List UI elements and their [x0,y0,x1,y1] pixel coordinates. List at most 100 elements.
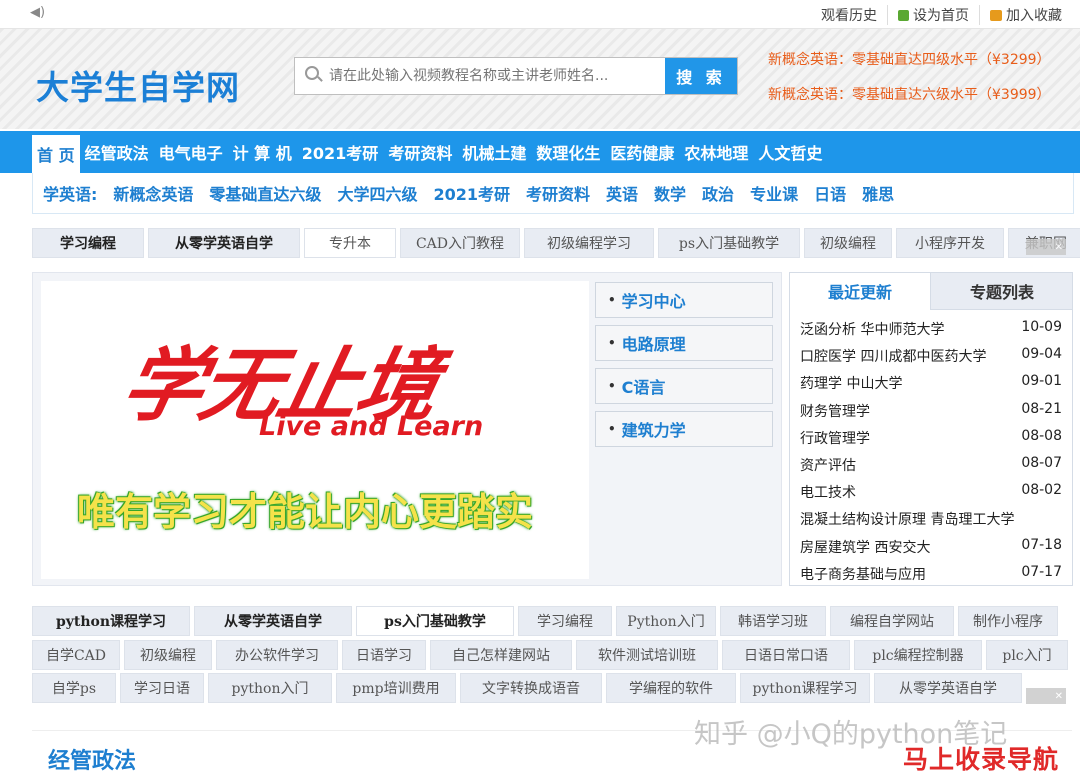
sub-nav-item[interactable]: 大学四六级 [329,181,425,205]
tag-link[interactable]: 从零学英语自学 [194,606,352,636]
tag-link[interactable]: python课程学习 [32,606,190,636]
tag-link[interactable]: 自学CAD [32,640,120,670]
nav-item[interactable]: 经管政法 [80,131,154,173]
sub-nav-item[interactable]: 英语 [598,181,646,205]
tag-link[interactable]: ps入门基础教学 [658,228,800,258]
tag-link[interactable]: 日语学习 [342,640,426,670]
top-links: 观看历史 设为首页 加入收藏 [811,5,1072,25]
news-title: 行政管理学 [800,430,870,447]
history-link[interactable]: 观看历史 [811,5,887,25]
promo-link-cet4[interactable]: 新概念英语：零基础直达四级水平（¥3299） [768,49,1051,69]
feature-box: 学无止境 Live and Learn 唯有学习才能让内心更踏实 • 学习中心 •… [32,272,782,586]
tag-link[interactable]: python课程学习 [740,673,870,703]
news-item[interactable]: 电子商务基础与应用 07-17 [800,564,1062,585]
tag-link[interactable]: 制作小程序 [958,606,1058,636]
favorite-link[interactable]: 加入收藏 [979,5,1072,25]
tags-row-3: 自学ps 学习日语 python入门 pmp培训费用 文字转换成语音 学编程的软件 pyth… [32,673,1022,703]
tag-link[interactable]: 从零学英语自学 [874,673,1022,703]
tag-link[interactable]: 初级编程 [804,228,892,258]
watermark-badge: 马上收录导航 [903,745,1060,774]
nav-item[interactable]: 农林地理 [679,131,753,173]
news-title: 混凝土结构设计原理 青岛理工大学 [800,512,1015,529]
sub-nav-item[interactable]: 2021考研 [425,181,518,205]
tag-link[interactable]: pmp培训费用 [336,673,456,703]
news-item[interactable]: 行政管理学 08-08 [800,428,1062,454]
tag-link[interactable]: CAD入门教程 [400,228,520,258]
bullet-icon: • [608,379,616,393]
tab-recent-updates[interactable]: 最近更新 [790,273,930,309]
side-link-circuit[interactable]: • 电路原理 [595,325,773,361]
tag-link[interactable]: 自己怎样建网站 [430,640,572,670]
tag-link[interactable]: 学习日语 [120,673,204,703]
news-item[interactable]: 口腔医学 四川成都中医药大学 09-04 [800,346,1062,372]
nav-home[interactable]: 首 页 [32,135,80,173]
news-title: 药理学 中山大学 [800,376,903,393]
header: 大学生自学网 搜 索 新概念英语：零基础直达四级水平（¥3299） 新概念英语：… [0,29,1080,129]
sub-nav-item[interactable]: 数学 [646,181,694,205]
news-panel: 最近更新 专题列表 泛函分析 华中师范大学 10-09 口腔医学 四川成都中医药大学… [789,272,1073,586]
nav-item[interactable]: 人文哲史 [753,131,827,173]
news-date: 08-08 [1021,427,1062,444]
sub-nav-item[interactable]: 雅思 [854,181,902,205]
tag-link[interactable]: 文字转换成语音 [460,673,602,703]
tag-link[interactable]: ps入门基础教学 [356,606,514,636]
news-item[interactable]: 药理学 中山大学 09-01 [800,373,1062,399]
side-link-learning-center[interactable]: • 学习中心 [595,282,773,318]
banner-image[interactable]: 学无止境 Live and Learn 唯有学习才能让内心更踏实 [41,281,589,579]
sub-nav-item[interactable]: 政治 [694,181,742,205]
news-item[interactable]: 混凝土结构设计原理 青岛理工大学 [800,509,1062,535]
close-icon[interactable]: ✕ [1026,688,1066,704]
nav-item[interactable]: 电气电子 [154,131,228,173]
search-input[interactable] [327,64,661,88]
favorite-icon [990,9,1002,21]
nav-item[interactable]: 数理化生 [531,131,605,173]
speaker-icon[interactable]: ◀) [30,5,45,20]
nav-item[interactable]: 考研资料 [383,131,457,173]
promo-link-cet6[interactable]: 新概念英语：零基础直达六级水平（¥3999） [768,84,1051,104]
nav-item[interactable]: 医药健康 [605,131,679,173]
news-title: 房屋建筑学 西安交大 [800,539,931,556]
set-home-link[interactable]: 设为首页 [887,5,979,25]
search-button[interactable]: 搜 索 [665,58,737,94]
tag-link[interactable]: 初级编程 [124,640,212,670]
side-link-c-language[interactable]: • C语言 [595,368,773,404]
tag-link[interactable]: 日语日常口语 [722,640,850,670]
sub-nav-item[interactable]: 新概念英语 [105,181,201,205]
news-item[interactable]: 房屋建筑学 西安交大 07-18 [800,537,1062,563]
tag-link[interactable]: python入门 [208,673,332,703]
tag-link[interactable]: 初级编程学习 [524,228,654,258]
news-item[interactable]: 电工技术 08-02 [800,482,1062,508]
tag-link[interactable]: 学习编程 [32,228,144,258]
sub-nav-item[interactable]: 日语 [806,181,854,205]
sub-nav-item[interactable]: 专业课 [742,181,806,205]
tag-link[interactable]: plc入门 [986,640,1068,670]
news-item[interactable]: 资产评估 08-07 [800,455,1062,481]
news-item[interactable]: 财务管理学 08-21 [800,401,1062,427]
tag-link[interactable]: 编程自学网站 [830,606,954,636]
tag-link[interactable]: 自学ps [32,673,116,703]
tab-topic-list[interactable]: 专题列表 [930,273,1072,310]
tag-link[interactable]: 韩语学习班 [720,606,826,636]
site-logo[interactable]: 大学生自学网 [36,61,240,109]
nav-item[interactable]: 计 算 机 [228,131,297,173]
sub-nav-item[interactable]: 零基础直达六级 [201,181,329,205]
news-item[interactable]: 泛函分析 华中师范大学 10-09 [800,319,1062,345]
tag-link[interactable]: 学习编程 [518,606,612,636]
tag-link[interactable]: Python入门 [616,606,716,636]
tag-link[interactable]: 小程序开发 [896,228,1004,258]
home-icon [898,9,909,21]
tag-link[interactable]: 软件测试培训班 [576,640,718,670]
tag-link[interactable]: plc编程控制器 [854,640,982,670]
nav-item[interactable]: 2021考研 [297,131,384,173]
tags-row-1: python课程学习 从零学英语自学 ps入门基础教学 学习编程 Python入门 韩语学… [32,606,1058,636]
side-link-mechanics[interactable]: • 建筑力学 [595,411,773,447]
close-icon[interactable]: ✕ [1026,239,1066,255]
tag-link[interactable]: 专升本 [304,228,396,258]
sub-nav-item[interactable]: 考研资料 [518,181,598,205]
nav-item[interactable]: 机械土建 [457,131,531,173]
banner-slogan: 唯有学习才能让内心更踏实 [77,489,534,534]
tag-link[interactable]: 从零学英语自学 [148,228,300,258]
tag-link[interactable]: 办公软件学习 [216,640,338,670]
tags-row-2: 自学CAD 初级编程 办公软件学习 日语学习 自己怎样建网站 软件测试培训班 日语日常口语 p… [32,640,1068,670]
tag-link[interactable]: 学编程的软件 [606,673,736,703]
